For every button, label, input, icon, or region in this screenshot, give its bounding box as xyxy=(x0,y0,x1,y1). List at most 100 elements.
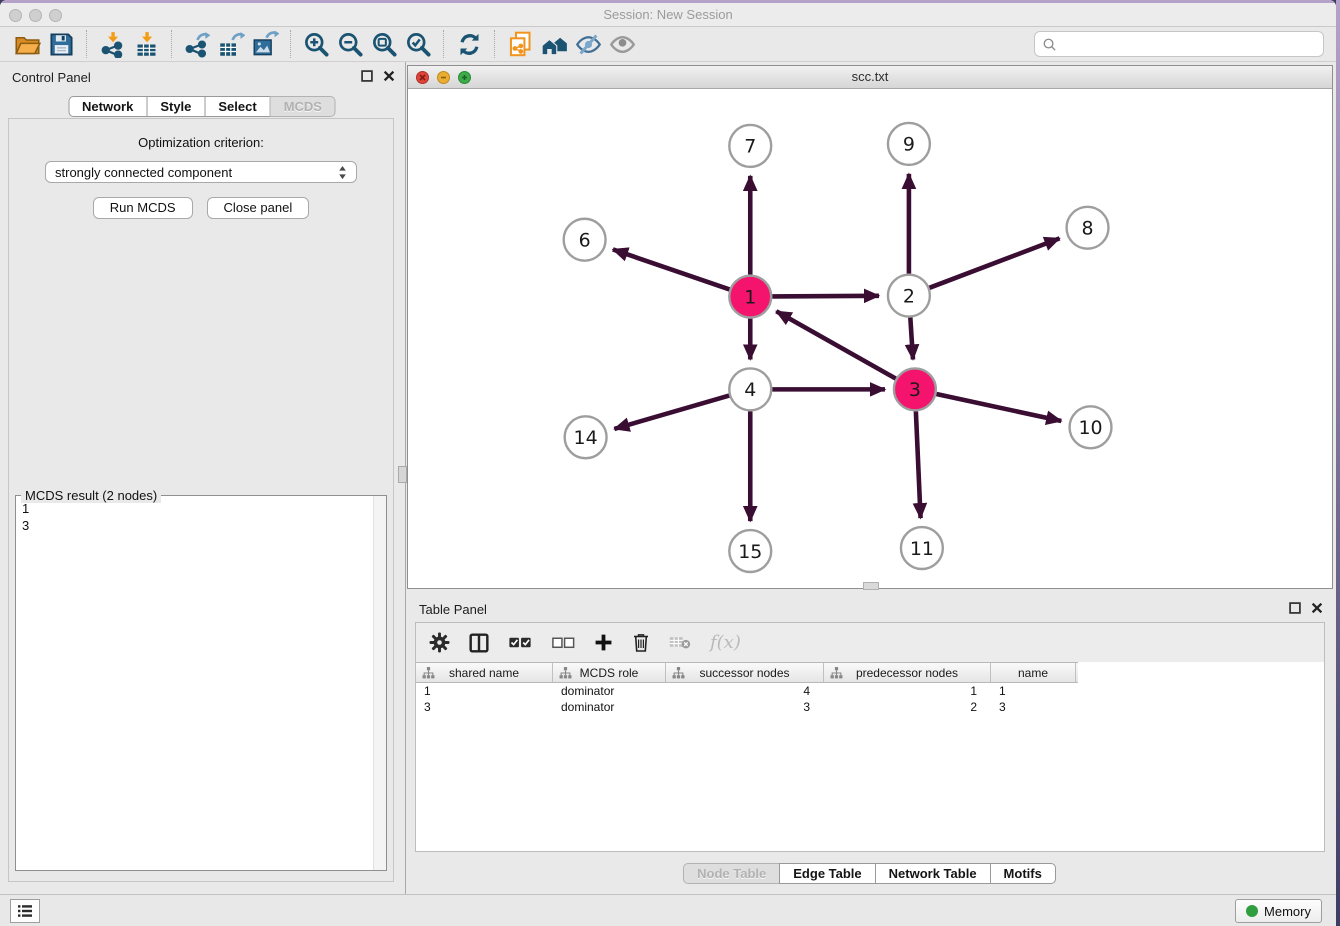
table-tab-node-table[interactable]: Node Table xyxy=(683,863,780,884)
memory-status-dot xyxy=(1246,905,1258,917)
control-tab-network[interactable]: Network xyxy=(68,96,147,117)
network-canvas[interactable]: 7 9 6 8 1 2 4 3 14 10 15 11 xyxy=(408,89,1332,588)
column-header-predecessor-nodes[interactable]: predecessor nodes xyxy=(824,663,991,682)
run-mcds-button[interactable]: Run MCDS xyxy=(93,197,193,219)
column-label: MCDS role xyxy=(580,666,639,680)
control-tab-select[interactable]: Select xyxy=(204,96,270,117)
cell-predecessor-nodes[interactable]: 1 xyxy=(824,684,991,698)
save-session-button[interactable] xyxy=(44,29,78,59)
mcds-result-line: 1 xyxy=(22,500,372,517)
table-tab-edge-table[interactable]: Edge Table xyxy=(779,863,875,884)
graph-node-8[interactable]: 8 xyxy=(1067,207,1109,249)
close-panel-button[interactable]: Close panel xyxy=(207,197,310,219)
hide-network-button[interactable] xyxy=(571,29,605,59)
import-table-button[interactable] xyxy=(129,29,163,59)
network-view-window: scc.txt 7 9 6 8 1 2 4 3 14 10 15 11 xyxy=(407,65,1333,589)
vertical-splitter-handle[interactable] xyxy=(398,466,407,483)
add-row-button[interactable] xyxy=(594,633,613,652)
clear-all-checks-button[interactable] xyxy=(551,634,575,651)
refresh-button[interactable] xyxy=(452,29,486,59)
graph-node-11[interactable]: 11 xyxy=(901,527,943,569)
column-header-MCDS-role[interactable]: MCDS role xyxy=(553,663,666,682)
cell-name[interactable]: 3 xyxy=(991,700,1076,714)
control-tab-style[interactable]: Style xyxy=(146,96,205,117)
close-panel-icon[interactable] xyxy=(383,70,395,82)
edge-3-11[interactable] xyxy=(916,411,921,518)
zoom-out-button[interactable] xyxy=(333,29,367,59)
edge-4-14[interactable] xyxy=(614,396,729,429)
result-scrollbar[interactable] xyxy=(373,496,386,870)
horizontal-splitter-handle[interactable] xyxy=(863,582,879,590)
export-network-button[interactable] xyxy=(180,29,214,59)
edge-2-8[interactable] xyxy=(929,238,1059,287)
function-builder-button[interactable]: f(x) xyxy=(710,632,741,653)
table-tab-motifs[interactable]: Motifs xyxy=(990,863,1056,884)
show-columns-button[interactable] xyxy=(469,633,489,653)
cell-successor-nodes[interactable]: 3 xyxy=(666,700,824,714)
table-panel-title: Table Panel xyxy=(419,602,487,617)
table-row[interactable]: 1dominator411 xyxy=(416,683,1324,699)
criterion-selected-value: strongly connected component xyxy=(55,165,338,180)
float-panel-icon[interactable] xyxy=(1289,602,1301,614)
graph-node-9[interactable]: 9 xyxy=(888,123,930,165)
export-table-button[interactable] xyxy=(214,29,248,59)
graph-node-7[interactable]: 7 xyxy=(729,125,771,167)
float-panel-icon[interactable] xyxy=(361,70,373,82)
memory-label: Memory xyxy=(1264,904,1311,919)
delete-row-button[interactable] xyxy=(632,632,650,653)
search-input[interactable] xyxy=(1062,34,1316,54)
cell-predecessor-nodes[interactable]: 2 xyxy=(824,700,991,714)
column-header-name[interactable]: name xyxy=(991,663,1076,682)
memory-button[interactable]: Memory xyxy=(1235,899,1322,923)
delete-table-button[interactable] xyxy=(669,635,691,650)
network-window-titlebar[interactable]: scc.txt xyxy=(408,66,1332,89)
zoom-in-button[interactable] xyxy=(299,29,333,59)
graph-node-10[interactable]: 10 xyxy=(1070,406,1112,448)
graph-node-14[interactable]: 14 xyxy=(565,416,607,458)
search-icon xyxy=(1042,37,1057,52)
graph-node-15[interactable]: 15 xyxy=(729,530,771,572)
edge-1-6[interactable] xyxy=(613,249,730,289)
control-tab-mcds[interactable]: MCDS xyxy=(270,96,336,117)
cell-successor-nodes[interactable]: 4 xyxy=(666,684,824,698)
edge-3-10[interactable] xyxy=(936,394,1061,421)
export-image-button[interactable] xyxy=(248,29,282,59)
task-history-button[interactable] xyxy=(10,899,40,923)
graph-node-2[interactable]: 2 xyxy=(888,275,930,317)
trash-icon xyxy=(632,632,650,653)
cell-name[interactable]: 1 xyxy=(991,684,1076,698)
open-session-button[interactable] xyxy=(10,29,44,59)
table-row[interactable]: 3dominator323 xyxy=(416,699,1324,715)
gear-icon xyxy=(429,632,450,653)
close-panel-icon[interactable] xyxy=(1311,602,1323,614)
cell-MCDS-role[interactable]: dominator xyxy=(553,684,666,698)
zoom-fit-button[interactable] xyxy=(367,29,401,59)
graph-node-6[interactable]: 6 xyxy=(564,219,606,261)
graph-node-1[interactable]: 1 xyxy=(729,276,771,318)
cell-MCDS-role[interactable]: dominator xyxy=(553,700,666,714)
edge-2-3[interactable] xyxy=(910,318,913,360)
graph-node-3[interactable]: 3 xyxy=(894,368,936,410)
export-table-icon xyxy=(218,31,245,58)
status-bar: Memory xyxy=(0,894,1336,926)
import-network-button[interactable] xyxy=(95,29,129,59)
column-header-successor-nodes[interactable]: successor nodes xyxy=(666,663,824,682)
table-tab-network-table[interactable]: Network Table xyxy=(875,863,991,884)
edge-3-1[interactable] xyxy=(776,311,895,378)
criterion-select[interactable]: strongly connected component xyxy=(45,161,357,183)
show-all-networks-button[interactable] xyxy=(537,29,571,59)
table-toolbar: f(x) xyxy=(416,623,1324,662)
svg-text:7: 7 xyxy=(744,136,756,158)
column-header-shared-name[interactable]: shared name xyxy=(416,663,553,682)
edge-1-2[interactable] xyxy=(772,296,879,297)
show-network-button[interactable] xyxy=(605,29,639,59)
table-panel-tabs: Node TableEdge TableNetwork TableMotifs xyxy=(407,863,1333,884)
zoom-selected-button[interactable] xyxy=(401,29,435,59)
graph-node-4[interactable]: 4 xyxy=(729,368,771,410)
table-options-button[interactable] xyxy=(429,632,450,653)
cell-shared-name[interactable]: 1 xyxy=(416,684,553,698)
select-all-checks-button[interactable] xyxy=(508,634,532,651)
search-field[interactable] xyxy=(1034,31,1324,57)
duplicate-network-button[interactable] xyxy=(503,29,537,59)
cell-shared-name[interactable]: 3 xyxy=(416,700,553,714)
